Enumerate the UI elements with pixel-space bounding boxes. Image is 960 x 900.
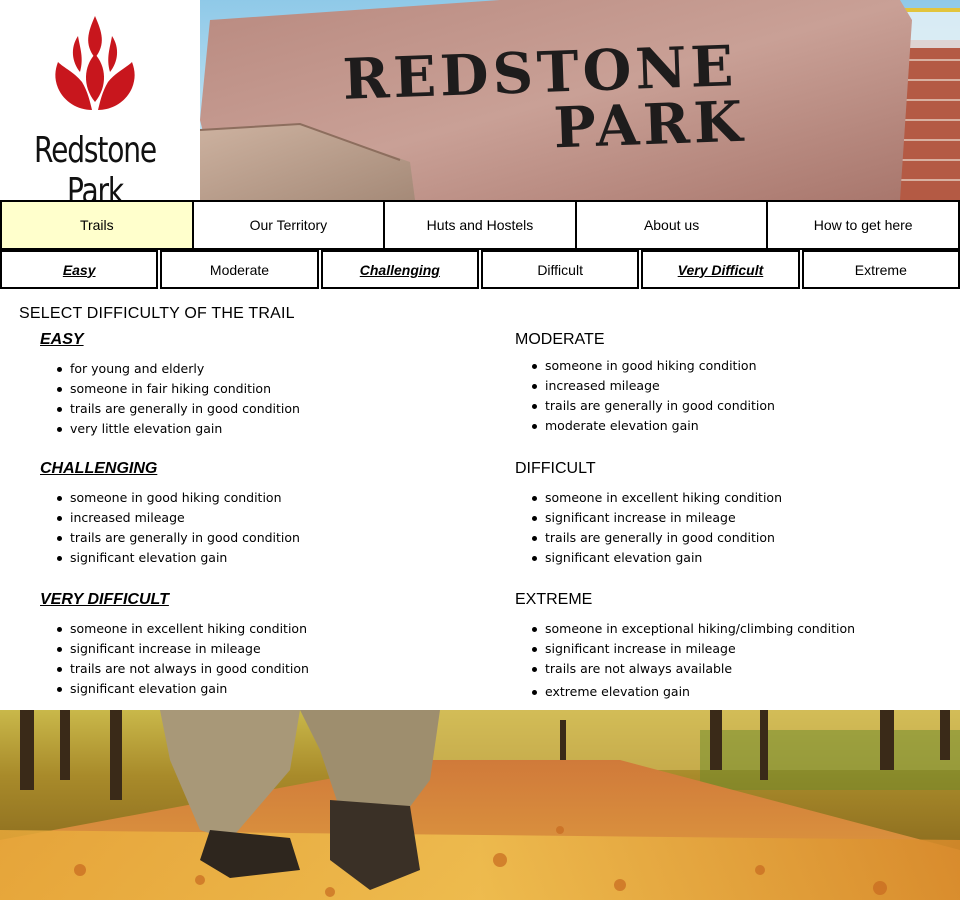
list-item: extreme elevation gain: [532, 682, 855, 702]
list-item: trails are generally in good condition: [57, 399, 300, 419]
list-item: trails are not always available: [532, 659, 855, 679]
nav-item-about-us[interactable]: About us: [574, 200, 769, 250]
page-header: Redstone Park REDSTONE PARK: [0, 0, 960, 212]
list-item: for young and elderly: [57, 359, 300, 379]
list-item: trails are generally in good condition: [532, 528, 782, 548]
section-heading: DIFFICULT: [515, 460, 596, 477]
subnav-item-moderate[interactable]: Moderate: [160, 250, 319, 289]
section-challenging: CHALLENGING someone in good hiking condi…: [40, 460, 300, 568]
section-heading: EXTREME: [515, 591, 593, 608]
banner-text-line2: PARK: [552, 88, 748, 162]
list-item: significant elevation gain: [532, 548, 782, 568]
criteria-list: someone in excellent hiking condition si…: [532, 488, 782, 568]
list-item: someone in good hiking condition: [532, 356, 775, 376]
list-item: someone in excellent hiking condition: [57, 619, 309, 639]
subnav-item-challenging[interactable]: Challenging: [320, 250, 479, 289]
section-very-difficult: VERY DIFFICULT someone in excellent hiki…: [40, 591, 309, 699]
list-item: significant increase in mileage: [57, 639, 309, 659]
nav-item-our-territory[interactable]: Our Territory: [191, 200, 386, 250]
criteria-list: someone in excellent hiking condition si…: [57, 619, 309, 699]
section-moderate: MODERATE someone in good hiking conditio…: [515, 331, 775, 436]
list-item: increased mileage: [57, 508, 300, 528]
nav-item-how-to-get-here[interactable]: How to get here: [766, 200, 960, 250]
list-item: someone in fair hiking condition: [57, 379, 300, 399]
list-item: moderate elevation gain: [532, 416, 775, 436]
section-heading: CHALLENGING: [40, 460, 158, 477]
subnav-item-easy[interactable]: Easy: [0, 250, 159, 289]
subnav-item-very-difficult[interactable]: Very Difficult: [641, 250, 800, 289]
list-item: someone in good hiking condition: [57, 488, 300, 508]
criteria-list: someone in good hiking condition increas…: [57, 488, 300, 568]
section-extreme: EXTREME someone in exceptional hiking/cl…: [515, 591, 855, 702]
main-nav: Trails Our Territory Huts and Hostels Ab…: [0, 200, 960, 250]
list-item: significant elevation gain: [57, 679, 309, 699]
list-item: someone in excellent hiking condition: [532, 488, 782, 508]
section-difficult: DIFFICULT someone in excellent hiking co…: [515, 460, 782, 568]
section-heading: EASY: [40, 331, 84, 348]
criteria-list: someone in good hiking condition increas…: [532, 356, 775, 436]
list-item: significant elevation gain: [57, 548, 300, 568]
list-item: significant increase in mileage: [532, 508, 782, 528]
section-heading: MODERATE: [515, 331, 605, 348]
list-item: increased mileage: [532, 376, 775, 396]
nav-item-huts-and-hostels[interactable]: Huts and Hostels: [383, 200, 577, 250]
list-item: trails are not always in good condition: [57, 659, 309, 679]
list-item: someone in exceptional hiking/climbing c…: [532, 619, 855, 639]
criteria-list: for young and elderly someone in fair hi…: [57, 359, 300, 439]
hiker-autumn-trail-image: [0, 710, 960, 900]
subnav-item-difficult[interactable]: Difficult: [480, 250, 640, 289]
criteria-list: someone in exceptional hiking/climbing c…: [532, 619, 855, 702]
list-item: significant increase in mileage: [532, 639, 855, 659]
list-item: trails are generally in good condition: [532, 396, 775, 416]
subnav-item-extreme[interactable]: Extreme: [801, 250, 960, 289]
list-item: very little elevation gain: [57, 419, 300, 439]
tulip-flower-icon: [55, 16, 135, 110]
difficulty-nav: Easy Moderate Challenging Difficult Very…: [0, 250, 960, 290]
list-item: trails are generally in good condition: [57, 528, 300, 548]
nav-item-trails[interactable]: Trails: [0, 200, 194, 250]
banner-image: REDSTONE PARK: [200, 0, 960, 200]
section-heading: VERY DIFFICULT: [40, 591, 169, 608]
section-easy: EASY for young and elderly someone in fa…: [40, 331, 300, 439]
logo[interactable]: Redstone Park: [0, 0, 200, 212]
page-title: SELECT DIFFICULTY OF THE TRAIL: [19, 305, 295, 322]
